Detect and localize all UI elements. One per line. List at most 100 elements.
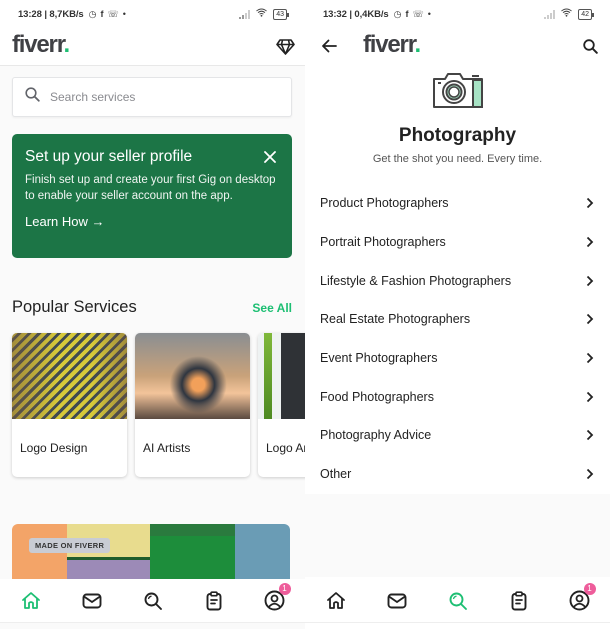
empty-area	[305, 494, 610, 577]
banner-tile	[67, 524, 150, 584]
app-header: fiverr.	[305, 28, 610, 66]
made-on-fiverr-banner[interactable]: MADE ON FIVERR	[12, 524, 290, 584]
clipboard-icon	[206, 590, 221, 610]
subcategory-item[interactable]: Lifestyle & Fashion Photographers	[305, 261, 610, 300]
category-subtitle: Get the shot you need. Every time.	[372, 153, 543, 165]
promo-body: Finish set up and create your first Gig …	[25, 174, 276, 202]
subcategory-label: Portrait Photographers	[320, 235, 446, 250]
search-icon	[25, 87, 40, 107]
chevron-right-icon	[586, 275, 594, 286]
bottom-tab-bar: 1	[0, 579, 305, 623]
status-bar: 13:28 | 8,7KB/s ◷ f ☏ • 43	[0, 0, 305, 28]
home-screen: 13:28 | 8,7KB/s ◷ f ☏ • 43 fiverr. Set u…	[0, 0, 305, 629]
see-all-link[interactable]: See All	[252, 301, 292, 315]
subcategory-list: Product Photographers Portrait Photograp…	[305, 184, 610, 494]
promo-title: Set up your seller profile	[25, 148, 193, 165]
search-icon	[144, 592, 162, 610]
battery-icon: 43	[273, 8, 289, 20]
subcategory-item[interactable]: Event Photographers	[305, 339, 610, 378]
bottom-tab-bar: 1	[305, 579, 610, 623]
category-title: Photography	[398, 125, 517, 146]
service-image	[258, 333, 305, 419]
dot-icon: •	[122, 9, 126, 19]
service-card-ai-artists[interactable]: AI Artists	[135, 333, 250, 477]
service-image	[12, 333, 127, 419]
chevron-right-icon	[586, 236, 594, 248]
banner-tile	[12, 524, 67, 584]
envelope-icon	[387, 593, 406, 608]
home-icon	[21, 591, 40, 609]
search-services-field[interactable]	[12, 77, 292, 117]
status-bar: 13:32 | 0,4KB/s ◷ f ☏ • 42	[305, 0, 610, 28]
back-arrow-icon[interactable]	[319, 36, 339, 56]
camera-icon	[432, 73, 483, 108]
chevron-right-icon	[586, 391, 594, 402]
tab-home[interactable]	[316, 581, 356, 621]
envelope-icon	[82, 593, 101, 608]
signal-icon	[544, 9, 556, 19]
signal-icon	[239, 9, 251, 19]
chevron-right-icon	[586, 430, 594, 441]
seller-profile-promo: Set up your seller profile Finish set up…	[12, 134, 292, 258]
learn-how-link[interactable]: Learn How →	[25, 214, 104, 229]
fiverr-logo: fiverr.	[363, 31, 421, 58]
popular-services-header: Popular Services See All	[12, 298, 292, 317]
tab-inbox[interactable]	[377, 581, 417, 621]
diamond-icon[interactable]	[274, 37, 296, 57]
subcategory-label: Lifestyle & Fashion Photographers	[320, 273, 512, 288]
status-time-speed: 13:28 | 8,7KB/s	[18, 8, 84, 20]
tab-search[interactable]	[438, 581, 478, 621]
tab-orders[interactable]	[194, 581, 234, 621]
chevron-right-icon	[586, 314, 594, 325]
subcategory-label: Food Photographers	[320, 389, 434, 404]
battery-icon: 42	[578, 8, 594, 20]
subcategory-label: Other	[320, 467, 352, 482]
service-card-logo-animation[interactable]: Logo Animation	[258, 333, 305, 477]
subcategory-item[interactable]: Real Estate Photographers	[305, 300, 610, 339]
search-icon	[449, 592, 467, 610]
tab-inbox[interactable]	[72, 581, 112, 621]
popular-services-carousel[interactable]: Logo Design AI Artists Logo Animation	[12, 333, 305, 477]
fiverr-logo: fiverr.	[12, 31, 70, 58]
chevron-right-icon	[586, 198, 594, 209]
category-hero: Photography Get the shot you need. Every…	[305, 70, 610, 165]
tab-search[interactable]	[133, 581, 173, 621]
subcategory-item[interactable]: Other	[305, 455, 610, 494]
subcategory-label: Event Photographers	[320, 351, 438, 366]
alarm-icon: ◷	[88, 8, 97, 19]
dot-icon: •	[427, 9, 431, 19]
service-label: Logo Animation	[266, 441, 305, 455]
subcategory-label: Real Estate Photographers	[320, 312, 471, 327]
service-label: Logo Design	[20, 441, 88, 455]
service-label: AI Artists	[143, 441, 191, 455]
tab-profile[interactable]: 1	[255, 581, 295, 621]
subcategory-item[interactable]: Product Photographers	[305, 184, 610, 223]
notification-badge: 1	[583, 582, 596, 595]
notification-badge: 1	[278, 582, 291, 595]
banner-tile	[150, 524, 235, 584]
service-image	[135, 333, 250, 419]
whatsapp-icon: ☏	[107, 8, 119, 19]
service-card-logo-design[interactable]: Logo Design	[12, 333, 127, 477]
chevron-right-icon	[586, 469, 594, 480]
close-icon[interactable]	[264, 150, 276, 168]
tab-home[interactable]	[11, 581, 51, 621]
search-icon[interactable]	[580, 36, 600, 56]
subcategory-item[interactable]: Food Photographers	[305, 377, 610, 416]
subcategory-label: Product Photographers	[320, 196, 449, 211]
tab-orders[interactable]	[499, 581, 539, 621]
subcategory-item[interactable]: Photography Advice	[305, 416, 610, 455]
clipboard-icon	[511, 590, 526, 610]
photography-category-screen: 13:32 | 0,4KB/s ◷ f ☏ • 42 fiverr. Photo…	[305, 0, 610, 629]
app-header: fiverr.	[0, 28, 305, 66]
section-title: Popular Services	[12, 298, 137, 316]
status-time-speed: 13:32 | 0,4KB/s	[323, 8, 389, 20]
banner-tag: MADE ON FIVERR	[29, 538, 111, 553]
tab-profile[interactable]: 1	[560, 581, 600, 621]
alarm-icon: ◷	[393, 8, 402, 19]
subcategory-item[interactable]: Portrait Photographers	[305, 223, 610, 262]
search-input[interactable]	[50, 90, 270, 104]
facebook-icon: f	[405, 9, 409, 19]
wifi-icon	[561, 8, 573, 20]
home-icon	[326, 591, 345, 609]
